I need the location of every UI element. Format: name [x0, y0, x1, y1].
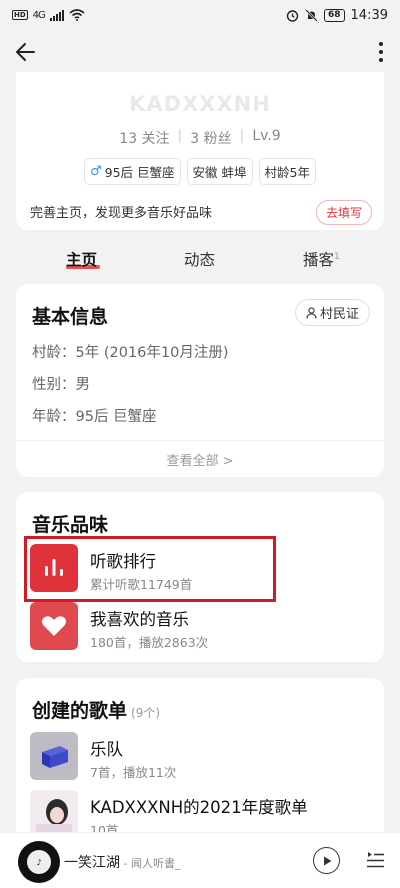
playlist-title: KADXXXNH的2021年度歌单: [90, 798, 308, 817]
male-icon: ♂: [90, 164, 102, 179]
play-button[interactable]: [313, 847, 340, 874]
follow-count[interactable]: 13 关注: [119, 128, 169, 148]
village-id-button[interactable]: 村民证: [294, 299, 370, 326]
song-title: 一笑江湖: [64, 855, 120, 871]
village-id-label: 村民证: [319, 307, 359, 322]
tab-home-label: 主页: [66, 251, 98, 269]
hd-badge: HD: [12, 10, 28, 20]
liked-music-item[interactable]: 我喜欢的音乐 180首，播放2863次: [30, 602, 370, 652]
nickname: KADXXXNH: [129, 92, 271, 116]
tab-podcast[interactable]: 播客1: [303, 248, 340, 270]
more-options-icon[interactable]: [376, 38, 386, 66]
info-gender: 性别：男: [32, 377, 90, 393]
top-bar: [0, 30, 400, 74]
signal-icon: [49, 9, 64, 21]
playlist-queue-icon[interactable]: [365, 848, 385, 872]
music-taste-card: 音乐品味 听歌排行 累计听歌11749首 我喜欢的音乐 180首，播放2863次: [16, 492, 384, 662]
liked-thumb: [30, 602, 78, 650]
info-age: 年龄：95后 巨蟹座: [32, 409, 157, 425]
status-right: 68 14:39: [286, 8, 388, 23]
signal-label: 4G: [32, 9, 46, 21]
created-playlists-card: 创建的歌单 (9个) 乐队 7首，播放11次 KADXXXNH的2021年度歌单 …: [16, 678, 384, 848]
info-village-age: 村龄：5年 (2016年10月注册): [32, 345, 229, 361]
status-left: HD 4G: [12, 9, 85, 21]
fill-in-button[interactable]: 去填写: [315, 200, 372, 225]
album-art: ♪: [27, 850, 51, 874]
play-icon: [323, 856, 331, 865]
heart-icon: [42, 616, 66, 636]
music-taste-title: 音乐品味: [32, 514, 109, 536]
basic-info-card: 基本信息 村民证 村龄：5年 (2016年10月注册) 性别：男 年龄：95后 …: [16, 284, 384, 477]
playlists-title: 创建的歌单 (9个): [32, 696, 160, 723]
playlist-count: (9个): [131, 706, 161, 720]
basic-info-title: 基本信息: [32, 306, 109, 328]
view-all-link[interactable]: 查看全部 >: [16, 450, 384, 469]
location-tag: 安徽 蚌埠: [186, 158, 253, 185]
liked-music-title: 我喜欢的音乐: [90, 610, 189, 629]
playlist-title: 乐队: [90, 740, 123, 759]
annual-playlist-cover: [30, 790, 78, 838]
alarm-icon: [286, 9, 299, 22]
fans-count[interactable]: 3 粉丝: [190, 128, 231, 148]
now-playing[interactable]: 一笑江湖 - 闻人听書_: [64, 852, 180, 872]
band-cover-art: [30, 732, 78, 780]
profile-card: KADXXXNH 13 关注 | 3 粉丝 | Lv.9 ♂ 95后 巨蟹座 安徽…: [16, 72, 384, 230]
clock: 14:39: [350, 7, 388, 23]
age-tag: ♂ 95后 巨蟹座: [84, 158, 181, 185]
band-cover: [30, 732, 78, 780]
mute-bell-icon: [305, 8, 318, 22]
tab-home[interactable]: 主页: [66, 248, 97, 270]
wifi-icon: [69, 9, 85, 21]
divider: [16, 440, 384, 441]
back-arrow-icon[interactable]: [12, 38, 40, 66]
artist-name: - 闻人听書_: [120, 857, 181, 870]
profile-tags: ♂ 95后 巨蟹座 安徽 蚌埠 村龄5年: [16, 158, 384, 185]
battery-indicator: 68: [324, 8, 345, 22]
village-age-tag: 村龄5年: [258, 158, 316, 185]
podcast-badge: 1: [334, 251, 340, 262]
age-tag-label: 95后 巨蟹座: [104, 165, 175, 180]
complete-profile-prompt: 完善主页，发现更多音乐好品味: [30, 206, 213, 221]
playlists-title-label: 创建的歌单: [32, 700, 128, 722]
tab-podcast-label: 播客: [303, 251, 335, 269]
tab-activity[interactable]: 动态: [184, 248, 215, 270]
liked-music-subtitle: 180首，播放2863次: [90, 635, 209, 650]
portrait-cover-art: [30, 790, 78, 838]
playlist-item[interactable]: 乐队 7首，播放11次: [30, 732, 370, 782]
mini-player[interactable]: ♪ 一笑江湖 - 闻人听書_: [0, 832, 400, 888]
level-badge[interactable]: Lv.9: [252, 128, 280, 148]
status-bar: HD 4G 68 14:39: [0, 0, 400, 30]
person-icon: [306, 306, 317, 319]
profile-tabs: 主页 动态 播客1: [0, 244, 400, 280]
album-disc[interactable]: ♪: [18, 841, 60, 883]
profile-stats: 13 关注 | 3 粉丝 | Lv.9: [119, 128, 281, 148]
highlight-box: [24, 536, 276, 602]
playlist-subtitle: 7首，播放11次: [90, 765, 177, 780]
